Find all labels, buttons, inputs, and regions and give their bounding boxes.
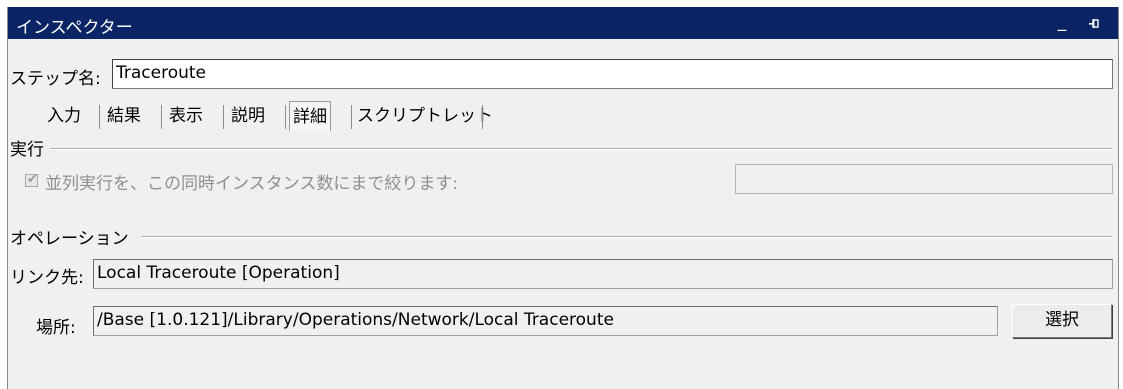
tab-description[interactable]: 説明 bbox=[231, 101, 265, 131]
check-icon: ✔ bbox=[27, 172, 38, 187]
select-button[interactable]: 選択 bbox=[1012, 304, 1112, 338]
operation-group-title: オペレーション bbox=[10, 224, 135, 249]
tab-separator bbox=[482, 105, 483, 129]
pin-icon bbox=[1089, 19, 1099, 28]
execution-group-title: 実行 bbox=[10, 135, 50, 160]
throttle-checkbox[interactable]: ✔ bbox=[25, 172, 38, 187]
tab-separator bbox=[351, 105, 352, 129]
throttle-label: 並列実行を、この同時インスタンス数にまで絞ります: bbox=[45, 174, 459, 194]
minimize-button[interactable]: _ bbox=[1051, 10, 1073, 34]
window-title: インスペクター bbox=[16, 18, 133, 38]
link-label: リンク先: bbox=[10, 268, 84, 288]
tab-separator bbox=[99, 105, 100, 129]
location-label: 場所: bbox=[36, 318, 76, 338]
pin-button[interactable] bbox=[1083, 10, 1105, 34]
step-name-input[interactable]: Traceroute bbox=[112, 59, 1113, 89]
tab-separator bbox=[161, 105, 162, 129]
tab-results[interactable]: 結果 bbox=[107, 101, 141, 131]
link-target-field: Local Traceroute [Operation] bbox=[93, 259, 1113, 289]
step-name-label: ステップ名: bbox=[10, 69, 101, 89]
instance-count-input[interactable] bbox=[735, 164, 1113, 194]
location-field: /Base [1.0.121]/Library/Operations/Netwo… bbox=[93, 306, 998, 336]
operation-divider bbox=[141, 236, 1112, 238]
tab-display[interactable]: 表示 bbox=[169, 101, 203, 131]
title-bar: インスペクター _ bbox=[8, 7, 1118, 39]
execution-divider bbox=[48, 148, 1112, 150]
tab-details[interactable]: 詳細 bbox=[289, 101, 331, 131]
tab-input[interactable]: 入力 bbox=[47, 101, 81, 131]
tab-separator bbox=[285, 105, 286, 129]
tab-scriptlet[interactable]: スクリプトレット bbox=[357, 101, 493, 131]
tab-separator bbox=[223, 105, 224, 129]
inspector-panel: インスペクター _ ステップ名: Traceroute 入力 結果 表示 説明 … bbox=[7, 7, 1119, 389]
